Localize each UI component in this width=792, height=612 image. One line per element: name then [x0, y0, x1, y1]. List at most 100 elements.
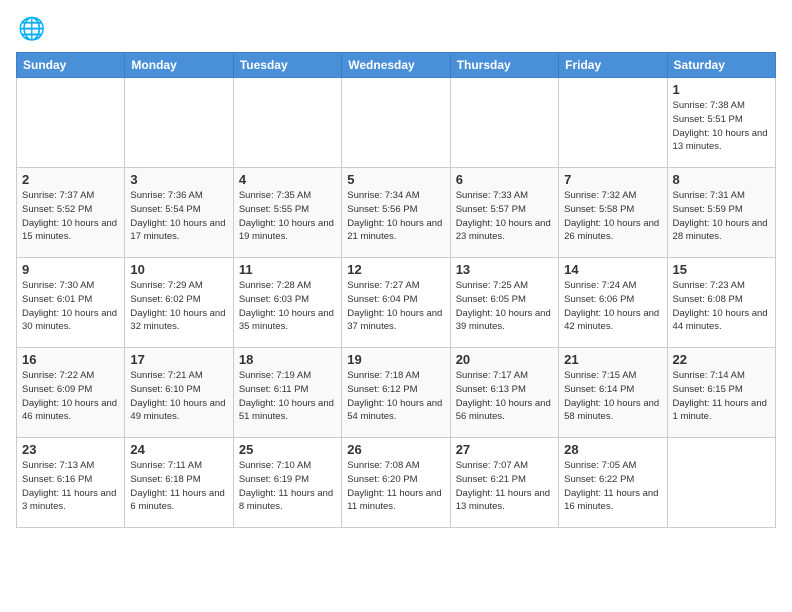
calendar-header-wednesday: Wednesday	[342, 53, 450, 78]
calendar-week-4: 16 Sunrise: 7:22 AM Sunset: 6:09 PM Dayli…	[17, 348, 776, 438]
calendar-week-3: 9 Sunrise: 7:30 AM Sunset: 6:01 PM Daylig…	[17, 258, 776, 348]
calendar-header-row: SundayMondayTuesdayWednesdayThursdayFrid…	[17, 53, 776, 78]
day-info: Sunrise: 7:36 AM Sunset: 5:54 PM Dayligh…	[130, 189, 227, 244]
day-number: 9	[22, 262, 119, 277]
day-info: Sunrise: 7:05 AM Sunset: 6:22 PM Dayligh…	[564, 459, 661, 514]
calendar-cell: 24 Sunrise: 7:11 AM Sunset: 6:18 PM Dayli…	[125, 438, 233, 528]
calendar-cell: 2 Sunrise: 7:37 AM Sunset: 5:52 PM Daylig…	[17, 168, 125, 258]
day-number: 16	[22, 352, 119, 367]
day-info: Sunrise: 7:32 AM Sunset: 5:58 PM Dayligh…	[564, 189, 661, 244]
day-info: Sunrise: 7:07 AM Sunset: 6:21 PM Dayligh…	[456, 459, 553, 514]
day-number: 21	[564, 352, 661, 367]
calendar-cell: 22 Sunrise: 7:14 AM Sunset: 6:15 PM Dayli…	[667, 348, 775, 438]
day-number: 4	[239, 172, 336, 187]
calendar-cell: 7 Sunrise: 7:32 AM Sunset: 5:58 PM Daylig…	[559, 168, 667, 258]
day-info: Sunrise: 7:35 AM Sunset: 5:55 PM Dayligh…	[239, 189, 336, 244]
calendar-cell: 3 Sunrise: 7:36 AM Sunset: 5:54 PM Daylig…	[125, 168, 233, 258]
calendar-header-sunday: Sunday	[17, 53, 125, 78]
calendar-header-thursday: Thursday	[450, 53, 558, 78]
calendar-cell	[17, 78, 125, 168]
day-info: Sunrise: 7:18 AM Sunset: 6:12 PM Dayligh…	[347, 369, 444, 424]
calendar-cell: 10Sunrise: 7:29 AM Sunset: 6:02 PM Dayli…	[125, 258, 233, 348]
day-info: Sunrise: 7:21 AM Sunset: 6:10 PM Dayligh…	[130, 369, 227, 424]
day-info: Sunrise: 7:10 AM Sunset: 6:19 PM Dayligh…	[239, 459, 336, 514]
day-number: 17	[130, 352, 227, 367]
calendar-header-friday: Friday	[559, 53, 667, 78]
day-info: Sunrise: 7:28 AM Sunset: 6:03 PM Dayligh…	[239, 279, 336, 334]
day-info: Sunrise: 7:23 AM Sunset: 6:08 PM Dayligh…	[673, 279, 770, 334]
day-number: 3	[130, 172, 227, 187]
calendar-cell: 17 Sunrise: 7:21 AM Sunset: 6:10 PM Dayli…	[125, 348, 233, 438]
day-number: 15	[673, 262, 770, 277]
day-info: Sunrise: 7:14 AM Sunset: 6:15 PM Dayligh…	[673, 369, 770, 424]
calendar-cell	[125, 78, 233, 168]
calendar-cell: 9 Sunrise: 7:30 AM Sunset: 6:01 PM Daylig…	[17, 258, 125, 348]
day-info: Sunrise: 7:38 AM Sunset: 5:51 PM Dayligh…	[673, 99, 770, 154]
calendar-cell: 11 Sunrise: 7:28 AM Sunset: 6:03 PM Dayli…	[233, 258, 341, 348]
day-number: 28	[564, 442, 661, 457]
day-info: Sunrise: 7:08 AM Sunset: 6:20 PM Dayligh…	[347, 459, 444, 514]
day-number: 19	[347, 352, 444, 367]
day-info: Sunrise: 7:29 AM Sunset: 6:02 PM Dayligh…	[130, 279, 227, 334]
calendar-cell	[450, 78, 558, 168]
calendar-cell: 19 Sunrise: 7:18 AM Sunset: 6:12 PM Dayli…	[342, 348, 450, 438]
day-number: 18	[239, 352, 336, 367]
day-number: 2	[22, 172, 119, 187]
day-info: Sunrise: 7:17 AM Sunset: 6:13 PM Dayligh…	[456, 369, 553, 424]
day-info: Sunrise: 7:37 AM Sunset: 5:52 PM Dayligh…	[22, 189, 119, 244]
calendar-cell	[233, 78, 341, 168]
day-info: Sunrise: 7:33 AM Sunset: 5:57 PM Dayligh…	[456, 189, 553, 244]
calendar-header-tuesday: Tuesday	[233, 53, 341, 78]
calendar-cell: 5 Sunrise: 7:34 AM Sunset: 5:56 PM Daylig…	[342, 168, 450, 258]
calendar-cell: 4 Sunrise: 7:35 AM Sunset: 5:55 PM Daylig…	[233, 168, 341, 258]
calendar-cell: 21 Sunrise: 7:15 AM Sunset: 6:14 PM Dayli…	[559, 348, 667, 438]
day-number: 8	[673, 172, 770, 187]
day-info: Sunrise: 7:24 AM Sunset: 6:06 PM Dayligh…	[564, 279, 661, 334]
day-info: Sunrise: 7:11 AM Sunset: 6:18 PM Dayligh…	[130, 459, 227, 514]
day-number: 25	[239, 442, 336, 457]
calendar-cell: 25 Sunrise: 7:10 AM Sunset: 6:19 PM Dayli…	[233, 438, 341, 528]
day-number: 6	[456, 172, 553, 187]
day-number: 24	[130, 442, 227, 457]
day-number: 12	[347, 262, 444, 277]
calendar-cell: 28 Sunrise: 7:05 AM Sunset: 6:22 PM Dayli…	[559, 438, 667, 528]
day-info: Sunrise: 7:13 AM Sunset: 6:16 PM Dayligh…	[22, 459, 119, 514]
calendar-table: SundayMondayTuesdayWednesdayThursdayFrid…	[16, 52, 776, 528]
page-header: 🌐	[16, 16, 776, 44]
day-info: Sunrise: 7:15 AM Sunset: 6:14 PM Dayligh…	[564, 369, 661, 424]
calendar-cell: 1 Sunrise: 7:38 AM Sunset: 5:51 PM Daylig…	[667, 78, 775, 168]
day-number: 26	[347, 442, 444, 457]
day-number: 20	[456, 352, 553, 367]
calendar-cell: 15 Sunrise: 7:23 AM Sunset: 6:08 PM Dayli…	[667, 258, 775, 348]
day-info: Sunrise: 7:30 AM Sunset: 6:01 PM Dayligh…	[22, 279, 119, 334]
logo-icon: 🌐	[16, 16, 44, 44]
calendar-cell: 27 Sunrise: 7:07 AM Sunset: 6:21 PM Dayli…	[450, 438, 558, 528]
day-number: 1	[673, 82, 770, 97]
calendar-cell: 16 Sunrise: 7:22 AM Sunset: 6:09 PM Dayli…	[17, 348, 125, 438]
day-number: 27	[456, 442, 553, 457]
calendar-week-1: 1 Sunrise: 7:38 AM Sunset: 5:51 PM Daylig…	[17, 78, 776, 168]
calendar-header-saturday: Saturday	[667, 53, 775, 78]
calendar-header-monday: Monday	[125, 53, 233, 78]
day-number: 11	[239, 262, 336, 277]
day-info: Sunrise: 7:25 AM Sunset: 6:05 PM Dayligh…	[456, 279, 553, 334]
svg-text:🌐: 🌐	[18, 16, 44, 41]
calendar-cell: 18 Sunrise: 7:19 AM Sunset: 6:11 PM Dayli…	[233, 348, 341, 438]
day-number: 22	[673, 352, 770, 367]
calendar-cell: 6 Sunrise: 7:33 AM Sunset: 5:57 PM Daylig…	[450, 168, 558, 258]
day-info: Sunrise: 7:34 AM Sunset: 5:56 PM Dayligh…	[347, 189, 444, 244]
calendar-cell: 8 Sunrise: 7:31 AM Sunset: 5:59 PM Daylig…	[667, 168, 775, 258]
calendar-cell: 12 Sunrise: 7:27 AM Sunset: 6:04 PM Dayli…	[342, 258, 450, 348]
day-number: 5	[347, 172, 444, 187]
day-info: Sunrise: 7:19 AM Sunset: 6:11 PM Dayligh…	[239, 369, 336, 424]
calendar-week-5: 23Sunrise: 7:13 AM Sunset: 6:16 PM Dayli…	[17, 438, 776, 528]
calendar-week-2: 2 Sunrise: 7:37 AM Sunset: 5:52 PM Daylig…	[17, 168, 776, 258]
calendar-cell	[342, 78, 450, 168]
calendar-cell: 14Sunrise: 7:24 AM Sunset: 6:06 PM Dayli…	[559, 258, 667, 348]
calendar-cell: 26 Sunrise: 7:08 AM Sunset: 6:20 PM Dayli…	[342, 438, 450, 528]
calendar-cell: 23Sunrise: 7:13 AM Sunset: 6:16 PM Dayli…	[17, 438, 125, 528]
day-info: Sunrise: 7:31 AM Sunset: 5:59 PM Dayligh…	[673, 189, 770, 244]
day-info: Sunrise: 7:22 AM Sunset: 6:09 PM Dayligh…	[22, 369, 119, 424]
day-info: Sunrise: 7:27 AM Sunset: 6:04 PM Dayligh…	[347, 279, 444, 334]
day-number: 7	[564, 172, 661, 187]
